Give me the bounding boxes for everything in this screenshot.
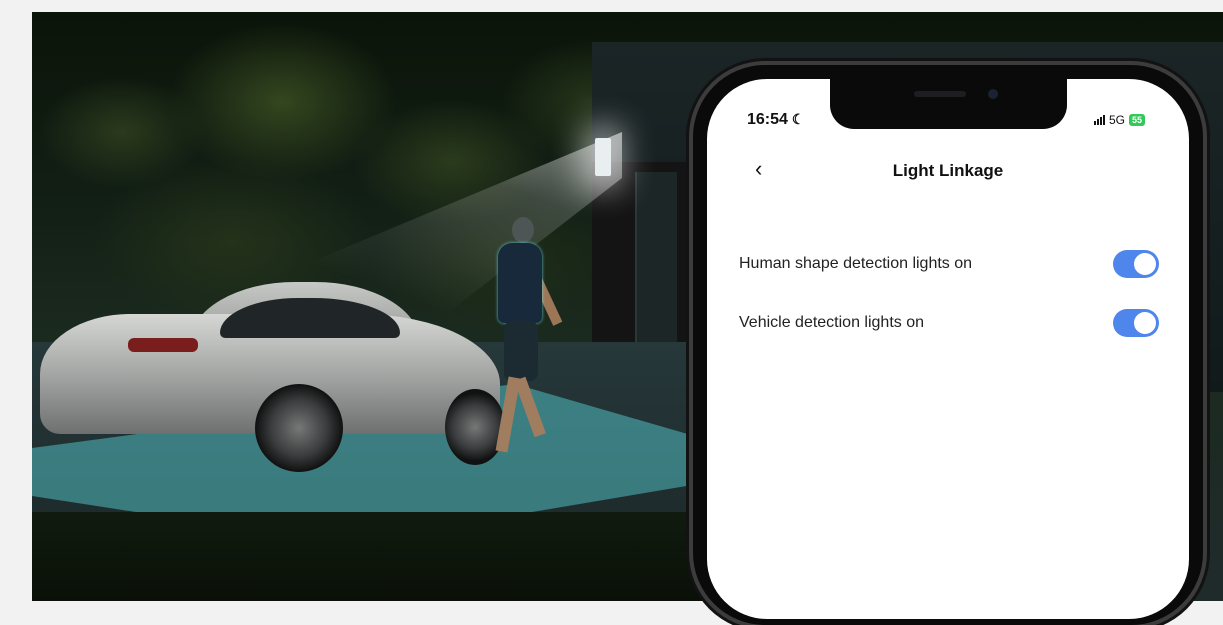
toggle-knob (1134, 312, 1156, 334)
person-head (512, 217, 534, 243)
vehicle-detection-toggle[interactable] (1113, 309, 1159, 337)
page-title: Light Linkage (892, 161, 1004, 180)
setting-label-vehicle-detection: Vehicle detection lights on (739, 314, 925, 331)
moon-icon: ☾ (791, 111, 805, 127)
status-time: 16:54 ☾ (747, 111, 804, 129)
battery-icon: 55 (1128, 114, 1145, 126)
car-taillight (128, 338, 198, 352)
setting-row-vehicle-detection: Vehicle detection lights on (739, 307, 1159, 339)
setting-label-human-detection: Human shape detection lights on (739, 255, 973, 272)
status-indicators: 5G 55 (1093, 113, 1145, 127)
phone-screen: 16:54 ☾ 5G 55 ‹ Light Linkage Human shape… (707, 79, 1189, 619)
signal-bars-icon (1093, 115, 1105, 125)
speaker-grille (914, 91, 966, 97)
toggle-knob (1134, 253, 1156, 275)
smartphone-mockup: 16:54 ☾ 5G 55 ‹ Light Linkage Human shape… (693, 65, 1203, 625)
front-camera (988, 89, 998, 99)
setting-row-human-detection: Human shape detection lights on (739, 248, 1159, 280)
person-walking (484, 217, 563, 467)
car-wheel-rear (255, 384, 343, 472)
network-type: 5G (1108, 113, 1125, 127)
phone-notch (830, 79, 1067, 129)
person-leg-right (514, 376, 546, 438)
human-detection-toggle[interactable] (1113, 250, 1159, 278)
car-illustration (40, 274, 505, 472)
page-frame: 16:54 ☾ 5G 55 ‹ Light Linkage Human shape… (0, 0, 1223, 625)
lawn (32, 512, 732, 601)
person-shorts (504, 321, 538, 381)
status-time-text: 16:54 (747, 111, 788, 128)
person-torso (498, 243, 542, 323)
floodlight-camera (595, 138, 611, 176)
